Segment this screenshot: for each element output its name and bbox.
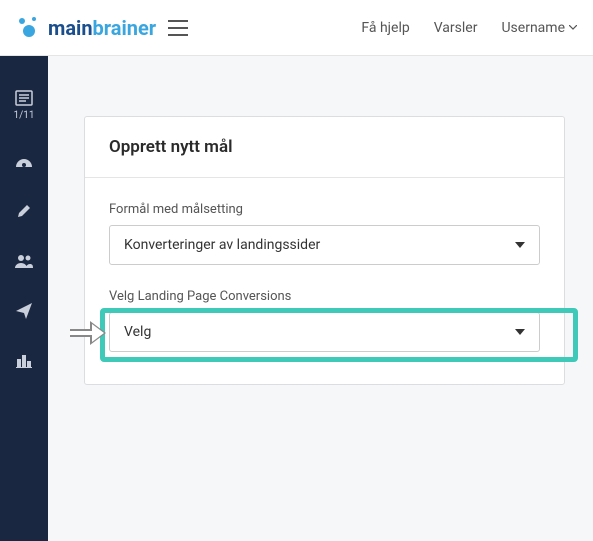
field-purpose-label: Formål med målsetting	[109, 202, 540, 217]
alerts-link[interactable]: Varsler	[434, 20, 478, 36]
select-landing-page-value: Velg	[124, 324, 151, 340]
card-title: Opprett nytt mål	[109, 137, 540, 157]
field-landing-page-label: Velg Landing Page Conversions	[109, 289, 540, 304]
sidebar-item-edit[interactable]	[14, 201, 34, 221]
main-content: Opprett nytt mål Formål med målsetting K…	[48, 56, 593, 541]
select-purpose-value: Konverteringer av landingssider	[124, 237, 320, 253]
chevron-down-icon	[515, 329, 525, 335]
sidebar-item-progress[interactable]: 1/11	[14, 88, 35, 121]
sidebar-item-dashboard[interactable]	[14, 151, 34, 171]
sidebar: 1/11	[0, 56, 48, 541]
sidebar-item-send[interactable]	[14, 301, 34, 321]
username-label: Username	[501, 20, 565, 36]
logo[interactable]: mainbrainer	[16, 15, 156, 41]
hamburger-menu-button[interactable]	[168, 20, 188, 36]
user-menu[interactable]: Username	[501, 20, 577, 36]
logo-mark-icon	[16, 15, 42, 41]
help-link[interactable]: Få hjelp	[361, 20, 409, 36]
users-icon	[14, 251, 34, 271]
logo-text: mainbrainer	[48, 16, 156, 40]
bar-chart-icon	[14, 351, 34, 371]
chevron-down-icon	[569, 25, 577, 30]
sidebar-item-stats[interactable]	[14, 351, 34, 371]
gauge-icon	[14, 151, 34, 171]
pencil-icon	[14, 201, 34, 221]
card-header: Opprett nytt mål	[85, 117, 564, 178]
select-landing-page[interactable]: Velg	[109, 312, 540, 352]
sidebar-item-users[interactable]	[14, 251, 34, 271]
list-icon	[14, 88, 34, 108]
select-purpose[interactable]: Konverteringer av landingssider	[109, 225, 540, 265]
field-landing-page: Velg Landing Page Conversions Velg	[109, 289, 540, 352]
create-goal-card: Opprett nytt mål Formål med målsetting K…	[84, 116, 565, 385]
field-purpose: Formål med målsetting Konverteringer av …	[109, 202, 540, 265]
progress-label: 1/11	[14, 110, 35, 121]
topbar-links: Få hjelp Varsler Username	[361, 20, 577, 36]
topbar: mainbrainer Få hjelp Varsler Username	[0, 0, 593, 56]
card-body: Formål med målsetting Konverteringer av …	[85, 178, 564, 384]
paper-plane-icon	[14, 301, 34, 321]
chevron-down-icon	[515, 242, 525, 248]
